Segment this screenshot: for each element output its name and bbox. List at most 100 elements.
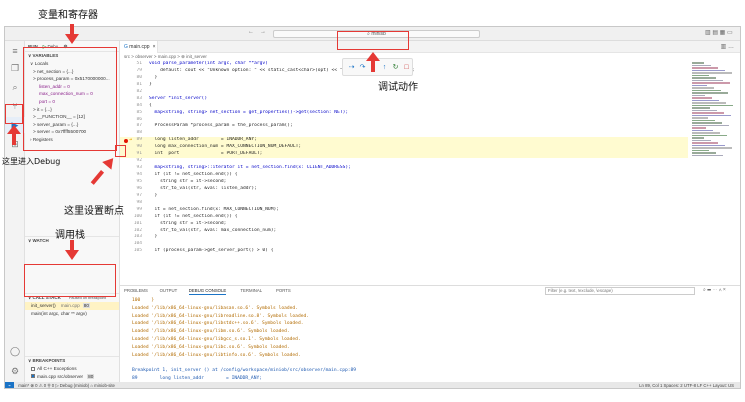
line-text: void parse_parameter(int argc, char **ar…: [149, 61, 268, 66]
nav-forward-button[interactable]: →: [260, 29, 266, 35]
tab-debug-console[interactable]: DEBUG CONSOLE: [188, 287, 227, 295]
call-stack-frame[interactable]: init_server() main.cpp 80: [25, 302, 119, 310]
minimap-line: [692, 104, 733, 106]
account-icon[interactable]: ◯: [5, 343, 25, 359]
close-icon[interactable]: ×: [153, 44, 156, 50]
line-number: 94: [136, 172, 142, 177]
nav-back-button[interactable]: ←: [248, 29, 254, 35]
output-line: Loaded '/lib/x86_64-linux-gnu/libstdc++.…: [132, 321, 304, 327]
code-line[interactable]: 99 it = net_section.find(x: MAX_CONNECTI…: [120, 207, 688, 214]
editor-actions-icon[interactable]: ▥ …: [721, 43, 734, 50]
explorer-icon[interactable]: ❐: [5, 60, 25, 76]
minimap-line: [692, 149, 709, 151]
code-line[interactable]: 97 }: [120, 193, 688, 200]
breakpoint-item[interactable]: main.cpp src/observer 80: [25, 373, 119, 381]
continue-icon[interactable]: ⇢: [347, 62, 356, 73]
breakpoints-header-label: BREAKPOINTS: [32, 358, 66, 363]
minimap[interactable]: [692, 61, 738, 181]
code-line[interactable]: 103 }: [120, 234, 688, 241]
code-line[interactable]: 96 str_to_val(str, &val: listen_addr);: [120, 186, 688, 193]
line-number: 95: [136, 178, 142, 184]
code-line[interactable]: 105 if (process_param->get_server_port()…: [120, 248, 688, 255]
code-line[interactable]: 83 Server *init_server(): [120, 96, 688, 103]
code-view[interactable]: 51 void parse_parameter(int argc, char **…: [120, 61, 688, 285]
line-number: 93: [136, 165, 142, 171]
code-line[interactable]: 86: [120, 117, 688, 124]
minimap-line: [692, 117, 708, 119]
minimap-line: [692, 84, 707, 86]
output-filter-input[interactable]: Filter (e.g. text, !exclude, \escape): [545, 287, 695, 295]
minimap-line: [692, 74, 709, 76]
stop-icon[interactable]: □: [402, 62, 411, 73]
code-line[interactable]: 102 str_to_val(str, &val: max_connection…: [120, 228, 688, 235]
line-text: }: [149, 192, 158, 198]
code-line[interactable]: 93 map<string, string>::iterator it = ne…: [120, 165, 688, 172]
output-line: Loaded '/lib/x86_64-linux-gnu/libtinfo.s…: [132, 352, 301, 358]
code-line[interactable]: 88: [120, 130, 688, 137]
breakpoint-item[interactable]: All C++ Exceptions: [25, 365, 119, 373]
code-line[interactable]: 84 {: [120, 103, 688, 110]
code-line[interactable]: 92: [120, 158, 688, 165]
breadcrumb[interactable]: src > observer > main.cpp > ⊕ init_serve…: [120, 53, 740, 61]
line-number: 92: [136, 158, 142, 164]
minimap-line: [692, 92, 728, 94]
minimap-line: [692, 89, 721, 91]
breakpoints-header[interactable]: ∨ BREAKPOINTS: [25, 357, 119, 365]
line-text: int port = PORT_DEFAULT;: [149, 151, 263, 157]
step-out-icon[interactable]: ↑: [380, 62, 389, 73]
panel-actions-icon[interactable]: ⌕ ☰ ⋯ ∧ ×: [703, 287, 726, 293]
code-line[interactable]: ➜ 89 long listen_addr = INADDR_ANY;: [120, 137, 688, 145]
minimap-line: [692, 82, 730, 84]
minimap-line: [692, 122, 722, 124]
annotation-box-callstack: [24, 264, 116, 297]
code-line[interactable]: 94 if (it != net_section.end()) {: [120, 172, 688, 179]
restart-icon[interactable]: ↻: [391, 62, 400, 73]
breakpoint-checkbox[interactable]: [31, 366, 35, 371]
code-line[interactable]: 87 ProcessParam *process_param = the_pro…: [120, 123, 688, 130]
minimap-line: [692, 137, 704, 139]
tab-ports[interactable]: PORTS: [276, 287, 291, 295]
minimap-line: [692, 107, 710, 109]
breakpoint-checkbox[interactable]: [31, 374, 35, 379]
line-text: if (process_param->get_server_port() > 0…: [149, 248, 274, 254]
code-line[interactable]: 101 string str = it->second;: [120, 221, 688, 228]
code-line[interactable]: 90 long max_connection_num = MAX_CONNECT…: [120, 144, 688, 152]
line-number: 87: [136, 123, 142, 129]
menu-icon[interactable]: ≡: [5, 43, 25, 59]
code-line[interactable]: 85 map<string, string> net_section = get…: [120, 110, 688, 117]
editor-area: G main.cpp × ▥ … src > observer > main.cp…: [120, 41, 740, 285]
step-over-icon[interactable]: ↷: [358, 62, 367, 73]
line-text: long listen_addr = INADDR_ANY;: [149, 137, 257, 143]
code-line[interactable]: 91 int port = PORT_DEFAULT;: [120, 151, 688, 159]
line-text: if (it != net_section.end()) {: [149, 213, 238, 219]
tab-output[interactable]: OUTPUT: [160, 287, 178, 295]
remote-indicator[interactable]: ⌁: [5, 382, 14, 388]
tab-terminal[interactable]: TERMINAL: [240, 287, 262, 295]
status-bar: ⌁ main* ⊗ 0 ⚠ 0 ⚲ 0 ▷ Debug (miniob) ⌂ m…: [5, 382, 740, 388]
tab-problems[interactable]: PROBLEMS: [124, 287, 148, 295]
minimap-line: [692, 69, 725, 71]
search-icon[interactable]: ⌕: [5, 79, 25, 95]
screenshot-root: 变量和寄存器 ← → ⌕ minisb ▥ ▤ ▦ ▭ ≡ ❐ ⌕ ⑂ ▶ ⊞ …: [0, 0, 745, 402]
breakpoint-dot-icon[interactable]: [124, 138, 128, 143]
minimap-line: [692, 87, 714, 89]
layout-icons[interactable]: ▥ ▤ ▦ ▭: [705, 29, 733, 36]
line-number: 88: [136, 130, 142, 136]
code-line[interactable]: 98: [120, 200, 688, 207]
settings-gear-icon[interactable]: ⚙: [5, 363, 25, 379]
status-right[interactable]: Ln 89, Col 1 Spaces: 2 UTF-8 LF C++ Layo…: [639, 382, 734, 388]
line-number: 82: [136, 88, 142, 94]
tab-main-cpp[interactable]: G main.cpp ×: [120, 41, 158, 53]
output-line: Breakpoint 1, init_server () at /config/…: [132, 368, 357, 374]
line-number: 103: [133, 234, 142, 240]
annotation-debug-actions: 调试动作: [378, 82, 418, 93]
minimap-line: [692, 124, 729, 126]
code-line[interactable]: 95 string str = it->second;: [120, 179, 688, 186]
line-number: 83: [136, 95, 142, 101]
code-line[interactable]: 100 if (it != net_section.end()) {: [120, 214, 688, 221]
code-line[interactable]: 104: [120, 241, 688, 248]
status-left[interactable]: main* ⊗ 0 ⚠ 0 ⚲ 0 ▷ Debug (miniob) ⌂ min…: [18, 383, 115, 388]
call-stack-frame[interactable]: main(int argc, char ** argv): [25, 310, 119, 318]
arrow-enter-debug-head: [7, 125, 21, 134]
